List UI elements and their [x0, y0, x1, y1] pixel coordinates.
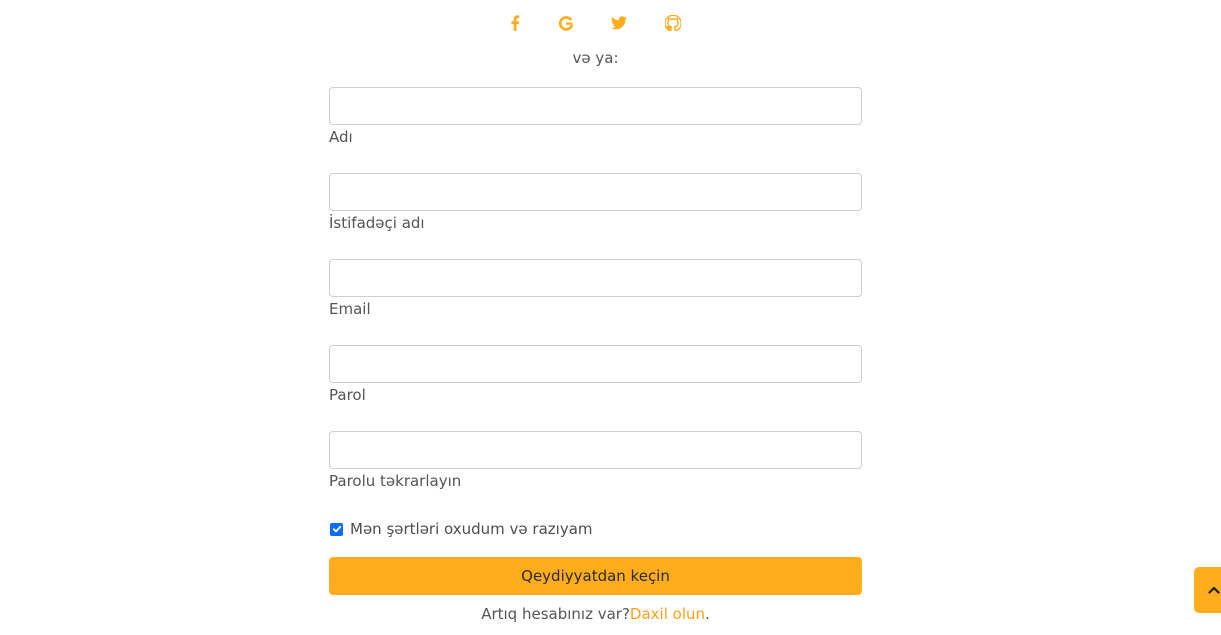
login-suffix: .: [705, 605, 710, 623]
email-label: Email: [329, 300, 371, 318]
password-input[interactable]: [329, 345, 862, 383]
login-prompt-text: Artıq hesabınız var?: [481, 605, 630, 623]
name-field-group: Adı: [329, 87, 862, 146]
username-input[interactable]: [329, 173, 862, 211]
name-label: Adı: [329, 128, 353, 146]
email-field-group: Email: [329, 259, 862, 318]
divider-text: və ya:: [572, 49, 619, 67]
login-prompt: Artıq hesabınız var?Daxil olun.: [329, 605, 862, 623]
password-confirm-field-group: Parolu təkrarlayın: [329, 431, 862, 490]
scroll-to-top-button[interactable]: [1194, 567, 1221, 613]
password-confirm-input[interactable]: [329, 431, 862, 469]
register-page: və ya: Adı İstifadəçi adı Email Parol Pa…: [0, 0, 1221, 635]
terms-label: Mən şərtləri oxudum və razıyam: [350, 520, 593, 538]
login-link[interactable]: Daxil olun: [630, 605, 705, 623]
password-confirm-label: Parolu təkrarlayın: [329, 472, 462, 490]
twitter-icon[interactable]: [608, 12, 630, 34]
checkmark-icon: [332, 525, 341, 533]
social-login-bar: [489, 12, 699, 34]
password-field-group: Parol: [329, 345, 862, 404]
email-input[interactable]: [329, 259, 862, 297]
username-field-group: İstifadəçi adı: [329, 173, 862, 232]
username-label: İstifadəçi adı: [329, 214, 425, 232]
name-input[interactable]: [329, 87, 862, 125]
terms-row: Mən şərtləri oxudum və razıyam: [329, 519, 593, 539]
github-icon[interactable]: [662, 12, 684, 34]
terms-checkbox[interactable]: [330, 522, 343, 536]
chevron-up-icon: [1208, 586, 1220, 594]
register-button[interactable]: Qeydiyyatdan keçin: [329, 557, 862, 595]
facebook-icon[interactable]: [504, 12, 526, 34]
password-label: Parol: [329, 386, 366, 404]
google-icon[interactable]: [555, 12, 577, 34]
